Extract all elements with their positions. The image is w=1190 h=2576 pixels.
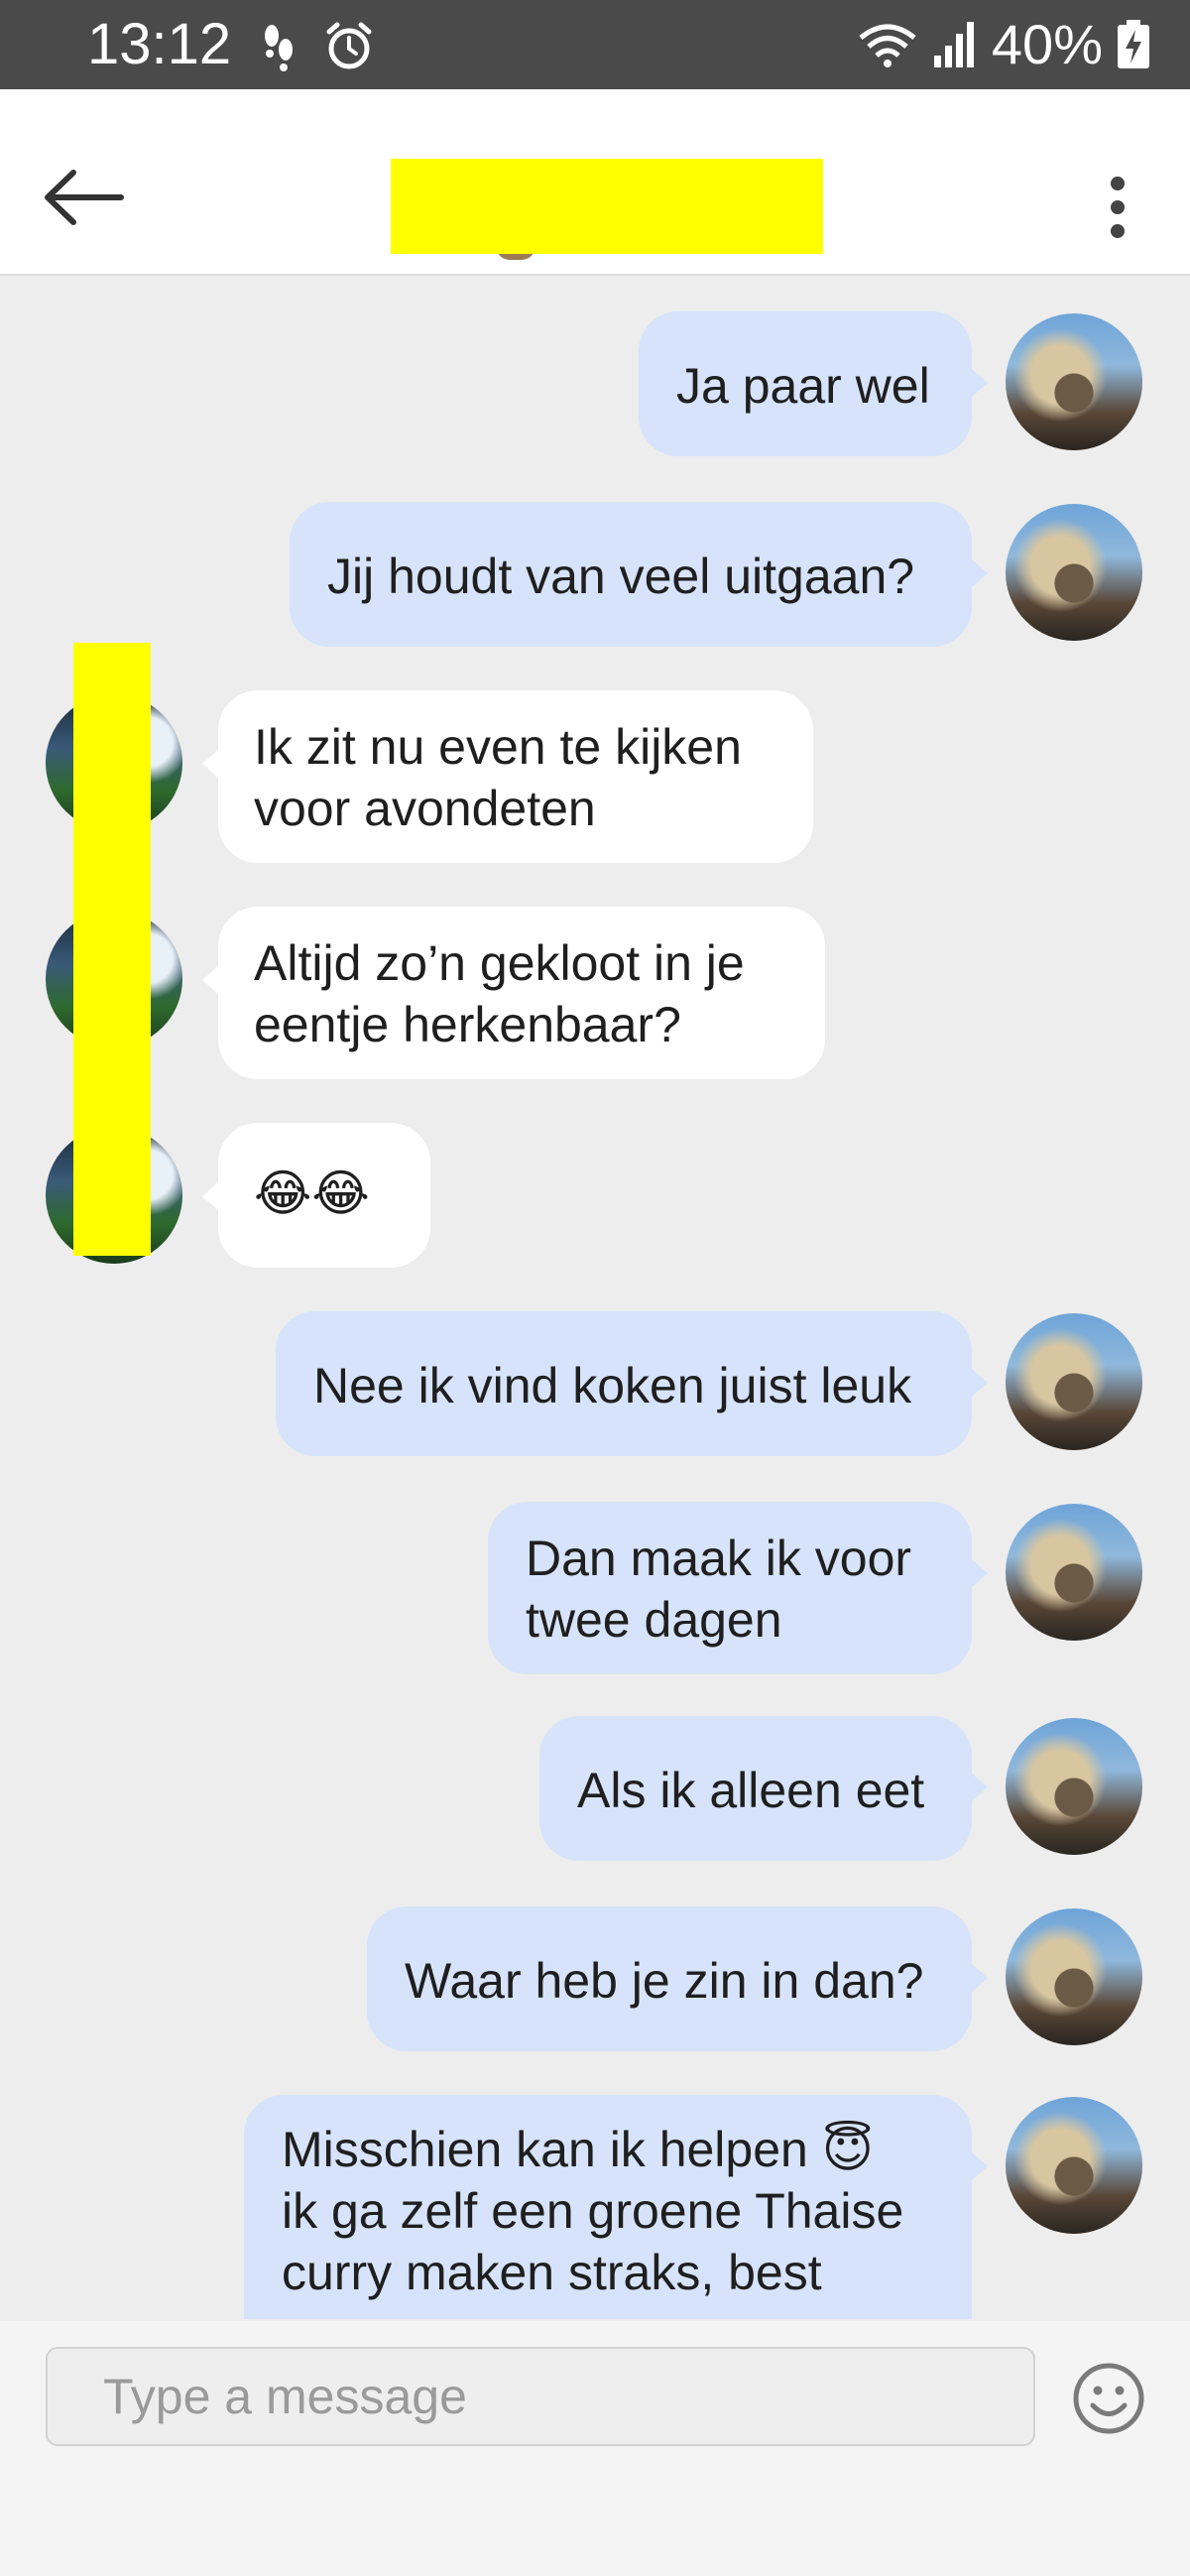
avatar[interactable] bbox=[1006, 1504, 1142, 1641]
status-right: 40% bbox=[857, 14, 1150, 75]
message-list[interactable]: Ja paar wel Jij houdt van veel uitgaan? … bbox=[0, 276, 1190, 2319]
battery-charging-icon bbox=[1118, 20, 1149, 68]
message-bubble-incoming[interactable]: 😂😂 bbox=[218, 1123, 430, 1268]
message-bubble-incoming[interactable]: Ik zit nu even te kijken voor avondeten bbox=[218, 690, 813, 863]
bubble-tail bbox=[972, 1964, 988, 1992]
signal-icon bbox=[933, 22, 974, 67]
message-text: 😂😂 bbox=[254, 1165, 370, 1222]
message-bubble-outgoing[interactable]: Dan maak ik voor twee dagen bbox=[488, 1502, 972, 1674]
message-text: Als ik alleen eet bbox=[577, 1763, 925, 1818]
bubble-tail bbox=[202, 966, 218, 994]
avatar[interactable] bbox=[1006, 1908, 1142, 2045]
message-text: Ik zit nu even te kijken voor avondeten bbox=[254, 719, 742, 836]
bubble-tail bbox=[972, 1559, 988, 1587]
message-text: Dan maak ik voor twee dagen bbox=[526, 1531, 912, 1648]
chat-header bbox=[0, 89, 1190, 276]
bubble-tail bbox=[972, 559, 988, 587]
avatar[interactable] bbox=[1006, 504, 1142, 641]
bubble-tail bbox=[972, 369, 988, 397]
message-text: Waar heb je zin in dan? bbox=[405, 1953, 924, 2009]
battery-percentage: 40% bbox=[991, 13, 1103, 75]
status-bar: 13:12 40% bbox=[0, 0, 1190, 89]
message-text: Nee ik vind koken juist leuk bbox=[313, 1358, 912, 1413]
avatar[interactable] bbox=[1006, 2097, 1142, 2234]
bubble-tail bbox=[972, 1369, 988, 1397]
message-text: Ja paar wel bbox=[676, 358, 930, 414]
smiley-icon bbox=[1073, 2363, 1144, 2434]
bubble-tail bbox=[202, 1182, 218, 1210]
more-vertical-icon bbox=[1111, 177, 1125, 190]
arrow-left-icon bbox=[45, 170, 124, 225]
avatar[interactable] bbox=[1006, 1313, 1142, 1450]
menu-dot bbox=[1111, 200, 1125, 214]
composer-bar bbox=[0, 2321, 1190, 2576]
bubble-tail bbox=[972, 1774, 988, 1801]
menu-dot bbox=[1111, 224, 1125, 238]
more-options-button[interactable] bbox=[1099, 173, 1138, 242]
redacted-contact-name bbox=[391, 159, 823, 254]
message-text: Jij houdt van veel uitgaan? bbox=[327, 549, 915, 604]
emoji-button[interactable] bbox=[1071, 2361, 1146, 2436]
bubble-tail bbox=[202, 750, 218, 778]
message-bubble-outgoing[interactable]: Waar heb je zin in dan? bbox=[367, 1906, 972, 2051]
message-bubble-outgoing[interactable]: Ja paar wel bbox=[639, 311, 972, 456]
message-text: Misschien kan ik helpen 😇 ik ga zelf een… bbox=[282, 2122, 904, 2300]
message-text: Altijd zo’n gekloot in je eentje herkenb… bbox=[254, 935, 745, 1052]
redacted-avatar-area bbox=[73, 643, 151, 1256]
message-bubble-outgoing[interactable]: Nee ik vind koken juist leuk bbox=[276, 1311, 972, 1456]
message-bubble-incoming[interactable]: Altijd zo’n gekloot in je eentje herkenb… bbox=[218, 907, 825, 1079]
message-bubble-outgoing[interactable]: Jij houdt van veel uitgaan? bbox=[290, 502, 972, 647]
message-bubble-outgoing[interactable]: Als ik alleen eet bbox=[539, 1716, 972, 1861]
bubble-tail bbox=[972, 2152, 988, 2180]
avatar[interactable] bbox=[1006, 313, 1142, 450]
back-button[interactable] bbox=[40, 165, 129, 230]
avatar[interactable] bbox=[1006, 1718, 1142, 1855]
message-input[interactable] bbox=[46, 2347, 1035, 2446]
message-bubble-outgoing[interactable]: Misschien kan ik helpen 😇 ik ga zelf een… bbox=[244, 2095, 972, 2319]
alarm-icon bbox=[326, 22, 372, 69]
wifi-icon bbox=[859, 24, 916, 67]
status-time: 13:12 bbox=[87, 12, 232, 76]
